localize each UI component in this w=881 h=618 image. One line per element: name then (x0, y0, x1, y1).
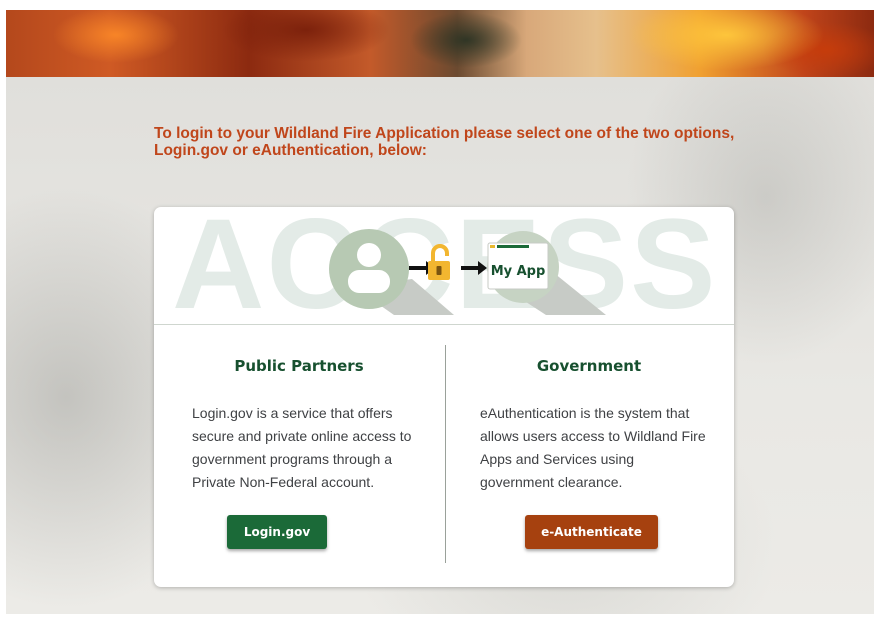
government-section: Government eAuthentication is the system… (444, 324, 734, 587)
unlocked-padlock-icon (428, 244, 450, 280)
wildfire-banner-image (6, 10, 874, 77)
public-partners-section: Public Partners Login.gov is a service t… (154, 324, 444, 587)
user-icon (329, 229, 409, 309)
page-frame: To login to your Wildland Fire Applicati… (6, 10, 874, 614)
arrow-right-icon (461, 261, 487, 275)
app-window-icon: My App (487, 231, 559, 303)
login-instructions: To login to your Wildland Fire Applicati… (154, 125, 735, 159)
my-app-label: My App (491, 264, 546, 279)
public-partners-description: Login.gov is a service that offers secur… (192, 405, 412, 490)
e-authenticate-button[interactable]: e-Authenticate (525, 515, 658, 549)
access-illustration: My App (329, 229, 606, 315)
government-title: Government (536, 357, 642, 375)
login-options-card: ACCESS My App Public Partners Login.gov … (154, 207, 734, 587)
public-partners-title: Public Partners (234, 357, 364, 375)
login-gov-button[interactable]: Login.gov (227, 515, 327, 549)
access-hero: ACCESS My App (154, 207, 734, 325)
government-description: eAuthentication is the system that allow… (480, 405, 706, 490)
